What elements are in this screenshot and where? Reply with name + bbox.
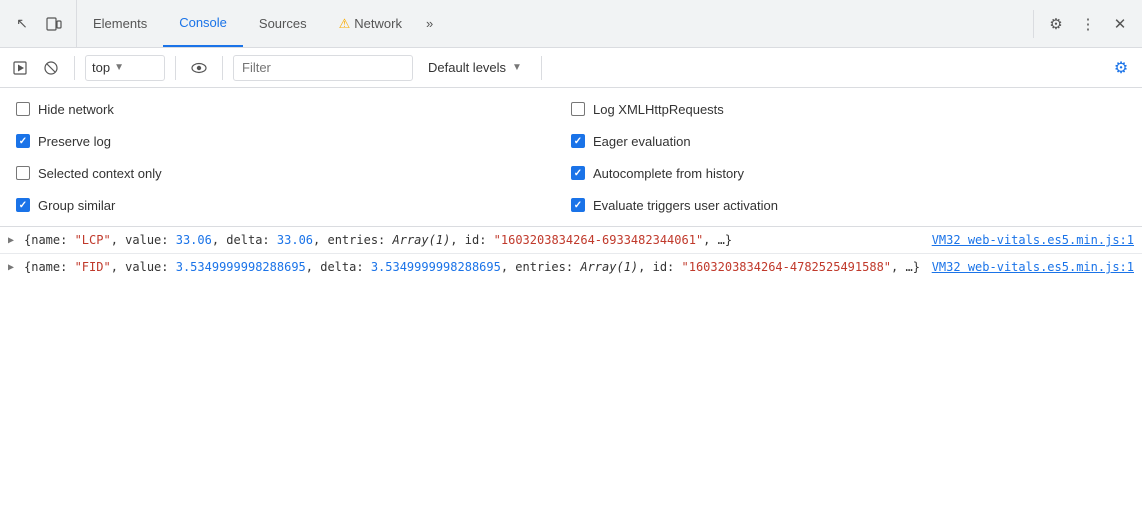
label-autocomplete-from-history: Autocomplete from history <box>593 166 744 181</box>
console-toolbar: top ▼ Default levels ▼ ⚙ <box>0 48 1142 88</box>
block-icon[interactable] <box>38 55 64 81</box>
checkbox-preserve-log[interactable] <box>16 134 30 148</box>
devtools-mode-icons: ↖ <box>8 0 77 47</box>
checkbox-autocomplete-from-history[interactable] <box>571 166 585 180</box>
default-levels-dropdown[interactable]: Default levels ▼ <box>419 55 531 81</box>
eye-icon[interactable] <box>186 55 212 81</box>
options-left-col: Hide network Preserve log Selected context… <box>16 96 571 218</box>
context-selector[interactable]: top ▼ <box>85 55 165 81</box>
expand-icon[interactable]: ▶ <box>8 260 14 275</box>
label-evaluate-triggers: Evaluate triggers user activation <box>593 198 778 213</box>
expand-icon[interactable]: ▶ <box>8 233 14 248</box>
log-source-link[interactable]: VM32 web-vitals.es5.min.js:1 <box>932 258 1134 276</box>
log-text: {name: "FID", value: 3.5349999998288695,… <box>24 260 920 274</box>
warning-icon: ⚠ <box>339 16 351 32</box>
log-entry: VM32 web-vitals.es5.min.js:1 ▶ {name: "LCP… <box>0 227 1142 253</box>
console-log-area: VM32 web-vitals.es5.min.js:1 ▶ {name: "LCP… <box>0 227 1142 280</box>
log-text: {name: "LCP", value: 33.06, delta: 33.06… <box>24 233 732 247</box>
label-log-xmlhttprequests: Log XMLHttpRequests <box>593 102 724 117</box>
filter-input[interactable] <box>233 55 413 81</box>
option-row-preserve-log: Preserve log <box>16 128 571 154</box>
more-icon[interactable]: ⋮ <box>1074 10 1102 38</box>
log-source-link[interactable]: VM32 web-vitals.es5.min.js:1 <box>932 231 1134 249</box>
label-hide-network: Hide network <box>38 102 114 117</box>
option-row-selected-context-only: Selected context only <box>16 160 571 186</box>
option-row-group-similar: Group similar <box>16 192 571 218</box>
divider2 <box>175 56 176 80</box>
checkbox-hide-network[interactable] <box>16 102 30 116</box>
run-scripts-icon[interactable] <box>8 55 34 81</box>
options-right-col: Log XMLHttpRequests Eager evaluation Autoc… <box>571 96 1126 218</box>
label-preserve-log: Preserve log <box>38 134 111 149</box>
divider1 <box>74 56 75 80</box>
console-settings-icon[interactable]: ⚙ <box>1108 55 1134 81</box>
divider3 <box>222 56 223 80</box>
label-eager-evaluation: Eager evaluation <box>593 134 691 149</box>
checkbox-eager-evaluation[interactable] <box>571 134 585 148</box>
device-icon[interactable] <box>40 10 68 38</box>
option-row-evaluate-triggers: Evaluate triggers user activation <box>571 192 1126 218</box>
close-icon[interactable]: ✕ <box>1106 10 1134 38</box>
toolbar2-left-icons <box>8 55 64 81</box>
log-entry: VM32 web-vitals.es5.min.js:1 ▶ {name: "FID… <box>0 253 1142 280</box>
more-tabs-button[interactable]: » <box>418 0 441 47</box>
tab-bar: ↖ Elements Console Sources ⚠ Network » ⚙… <box>0 0 1142 48</box>
options-area: Hide network Preserve log Selected context… <box>0 88 1142 227</box>
tab-sources[interactable]: Sources <box>243 0 323 47</box>
divider4 <box>541 56 542 80</box>
checkbox-log-xmlhttprequests[interactable] <box>571 102 585 116</box>
checkbox-evaluate-triggers[interactable] <box>571 198 585 212</box>
option-row-log-xmlhttprequests: Log XMLHttpRequests <box>571 96 1126 122</box>
tab-bar-right-icons: ⚙ ⋮ ✕ <box>1033 10 1134 38</box>
option-row-eager-evaluation: Eager evaluation <box>571 128 1126 154</box>
label-group-similar: Group similar <box>38 198 115 213</box>
cursor-icon[interactable]: ↖ <box>8 10 36 38</box>
checkbox-selected-context-only[interactable] <box>16 166 30 180</box>
tab-console[interactable]: Console <box>163 0 243 47</box>
option-row-hide-network: Hide network <box>16 96 571 122</box>
checkbox-group-similar[interactable] <box>16 198 30 212</box>
label-selected-context-only: Selected context only <box>38 166 162 181</box>
tab-elements[interactable]: Elements <box>77 0 163 47</box>
tabs-list: Elements Console Sources ⚠ Network » <box>77 0 1033 47</box>
settings-icon[interactable]: ⚙ <box>1042 10 1070 38</box>
tab-network[interactable]: ⚠ Network <box>323 0 418 47</box>
option-row-autocomplete-from-history: Autocomplete from history <box>571 160 1126 186</box>
